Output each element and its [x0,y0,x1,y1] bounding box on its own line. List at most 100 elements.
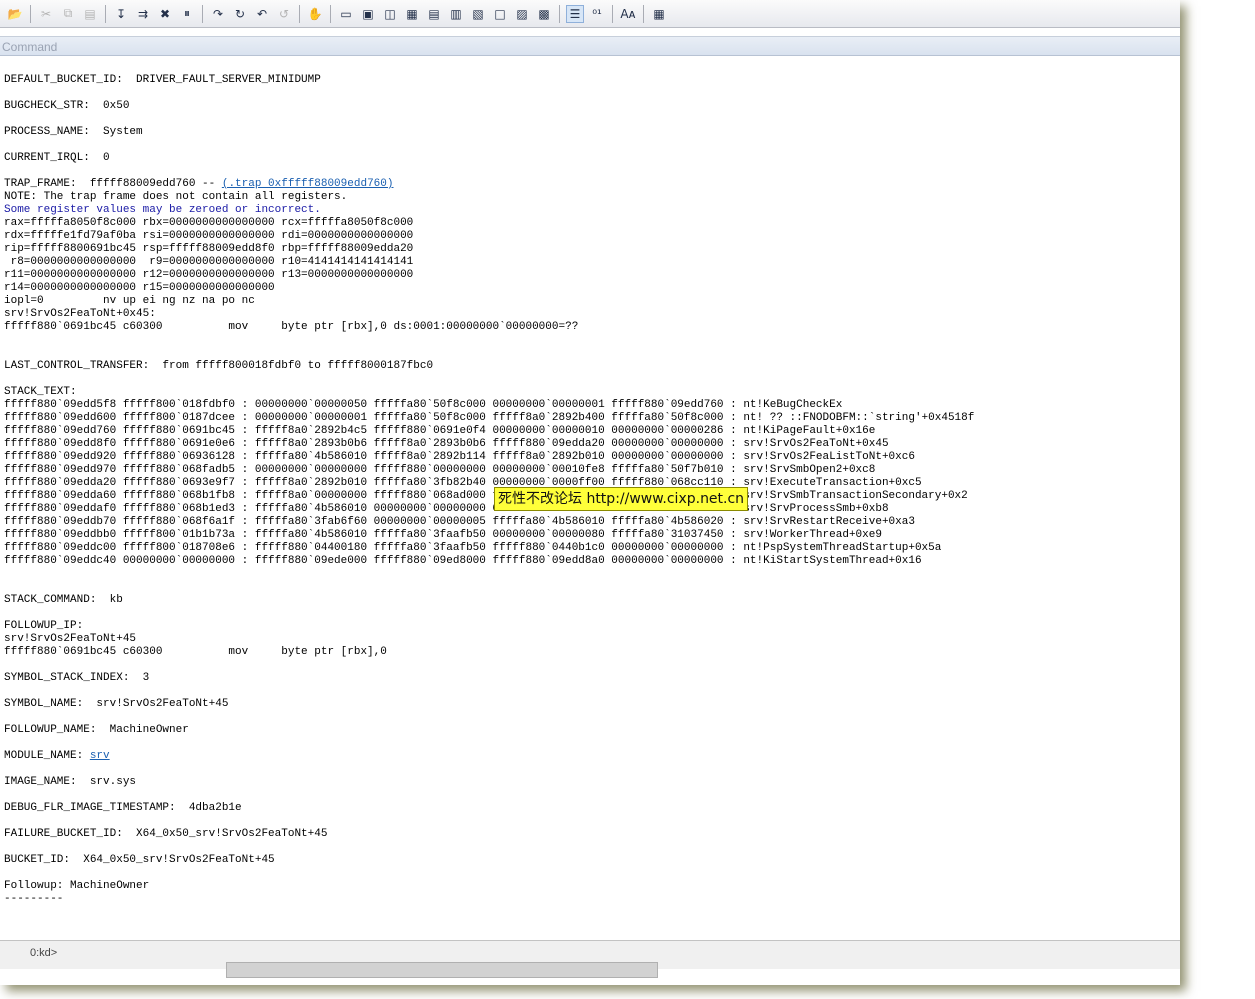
output-line: fffff880`09edd970 fffff880`068fadb5 : 00… [4,464,1176,477]
output-line-text: DEFAULT_BUCKET_ID: DRIVER_FAULT_SERVER_M… [4,74,321,86]
output-line-text: fffff880`09eddc00 fffff800`018708e6 : ff… [4,542,942,554]
command-window-title: Command [0,36,1180,56]
output-line: srv!SrvOs2FeaToNt+0x45: [4,308,1176,321]
open-icon[interactable]: 📂 [6,5,24,23]
toolbar-separator [559,4,560,23]
output-line: fffff880`0691bc45 c60300 mov byte ptr [r… [4,321,1176,334]
toolbar-separator [202,4,203,23]
output-line: fffff880`09eddc40 00000000`00000000 : ff… [4,555,1176,568]
output-line-text: srv!SrvOs2FeaToNt+0x45: [4,308,156,320]
watermark-banner: 死性不改论坛 http://www.cixp.net.cn [494,487,749,511]
output-line: fffff880`09edd5f8 fffff800`018fdbf0 : 00… [4,399,1176,412]
output-line: fffff880`09edd920 fffff880`06936128 : ff… [4,451,1176,464]
output-line: LAST_CONTROL_TRANSFER: from fffff800018f… [4,360,1176,373]
processes-threads-icon[interactable]: ▨ [513,5,531,23]
output-line: r8=0000000000000000 r9=0000000000000000 … [4,256,1176,269]
watch-window-icon[interactable]: ▣ [359,5,377,23]
output-line-text: fffff880`09edd920 fffff880`06936128 : ff… [4,451,915,463]
restart-icon[interactable]: ⇉ [134,5,152,23]
step-out-icon[interactable]: ↶ [253,5,271,23]
output-line-text: Some register values may be zeroed or in… [4,204,321,216]
command-link[interactable]: (.trap 0xfffff88009edd760) [222,178,394,190]
output-line-text: MODULE_NAME: [4,750,90,762]
output-line-text: SYMBOL_NAME: srv!SrvOs2FeaToNt+45 [4,698,229,710]
source-mode-icon[interactable]: ▩ [535,5,553,23]
output-line-text: rdx=fffffe1fd79af0ba rsi=000000000000000… [4,230,414,242]
output-line: NOTE: The trap frame does not contain al… [4,191,1176,204]
output-line: fffff880`09edd600 fffff800`0187dcee : 00… [4,412,1176,425]
run-to-cursor-icon[interactable]: ↺ [275,5,293,23]
output-line-text: fffff880`09edda20 fffff880`0693e9f7 : ff… [4,477,922,489]
output-line-text: fffff880`09edd600 fffff800`0187dcee : 00… [4,412,975,424]
disassembly-window-icon[interactable]: ▧ [469,5,487,23]
scratch-pad-icon[interactable]: □ [491,5,509,23]
horizontal-scrollbar[interactable] [226,962,658,978]
font-icon[interactable]: Aᴀ [619,5,637,23]
output-line: rip=fffff8800691bc45 rsp=fffff88009edd8f… [4,243,1176,256]
output-line-text: fffff880`0691bc45 c60300 mov byte ptr [r… [4,321,579,333]
command-link[interactable]: srv [90,750,110,762]
call-stack-window-icon[interactable]: ▥ [447,5,465,23]
output-line-text: FOLLOWUP_IP: [4,620,84,632]
output-line-text: fffff880`09eddbb0 fffff800`01b1b73a : ff… [4,529,882,541]
registers-window-icon[interactable]: ▦ [403,5,421,23]
paste-icon[interactable]: ▤ [81,5,99,23]
toolbar-separator [30,4,31,23]
output-line-text: fffff880`09eddc40 00000000`00000000 : ff… [4,555,922,567]
stop-debugging-icon[interactable]: ✖ [156,5,174,23]
step-into-icon[interactable]: ↷ [209,5,227,23]
break-icon[interactable]: ⏸ [178,5,196,23]
output-line: DEBUG_FLR_IMAGE_TIMESTAMP: 4dba2b1e [4,802,1176,815]
output-line: iopl=0 nv up ei ng nz na po nc [4,295,1176,308]
source-mode-on-icon[interactable]: ☰ [566,4,584,23]
output-line-text: DEBUG_FLR_IMAGE_TIMESTAMP: 4dba2b1e [4,802,242,814]
output-line-text: FAILURE_BUCKET_ID: X64_0x50_srv!SrvOs2Fe… [4,828,328,840]
locals-window-icon[interactable]: ◫ [381,5,399,23]
go-icon[interactable]: ↧ [112,5,130,23]
copy-icon[interactable]: ⧉ [59,5,77,23]
output-line: FOLLOWUP_NAME: MachineOwner [4,724,1176,737]
output-line-text: fffff880`09eddaf0 fffff880`068b1ed3 : ff… [4,503,889,515]
output-line-text: SYMBOL_STACK_INDEX: 3 [4,672,150,684]
hex-mode-icon[interactable]: ⁰¹ [588,5,606,23]
cut-icon[interactable]: ✂ [37,5,55,23]
command-window-icon[interactable]: ▭ [337,5,355,23]
memory-window-icon[interactable]: ▤ [425,5,443,23]
output-line: r11=0000000000000000 r12=000000000000000… [4,269,1176,282]
output-line-text: IMAGE_NAME: srv.sys [4,776,137,788]
output-line-text: fffff880`09edda60 fffff880`068b1fb8 : ff… [4,490,968,502]
output-line-text: FOLLOWUP_NAME: MachineOwner [4,724,189,736]
output-line-text: CURRENT_IRQL: 0 [4,152,110,164]
options-icon[interactable]: ▦ [650,5,668,23]
toolbar-separator [299,4,300,23]
toolbar-separator [612,4,613,23]
output-line: Some register values may be zeroed or in… [4,204,1176,217]
step-over-icon[interactable]: ↻ [231,5,249,23]
output-line: fffff880`09eddc00 fffff800`018708e6 : ff… [4,542,1176,555]
output-line-text: iopl=0 nv up ei ng nz na po nc [4,295,255,307]
output-line-text: r8=0000000000000000 r9=0000000000000000 … [4,256,414,268]
output-line: --------- [4,893,1176,906]
output-line: rax=fffffa8050f8c000 rbx=000000000000000… [4,217,1176,230]
output-line: DEFAULT_BUCKET_ID: DRIVER_FAULT_SERVER_M… [4,74,1176,87]
output-line-text: srv!SrvOs2FeaToNt+45 [4,633,137,645]
hand-icon[interactable]: ✋ [306,5,324,23]
output-line: STACK_COMMAND: kb [4,594,1176,607]
output-line-text: PROCESS_NAME: System [4,126,143,138]
toolbar-separator [643,4,644,23]
